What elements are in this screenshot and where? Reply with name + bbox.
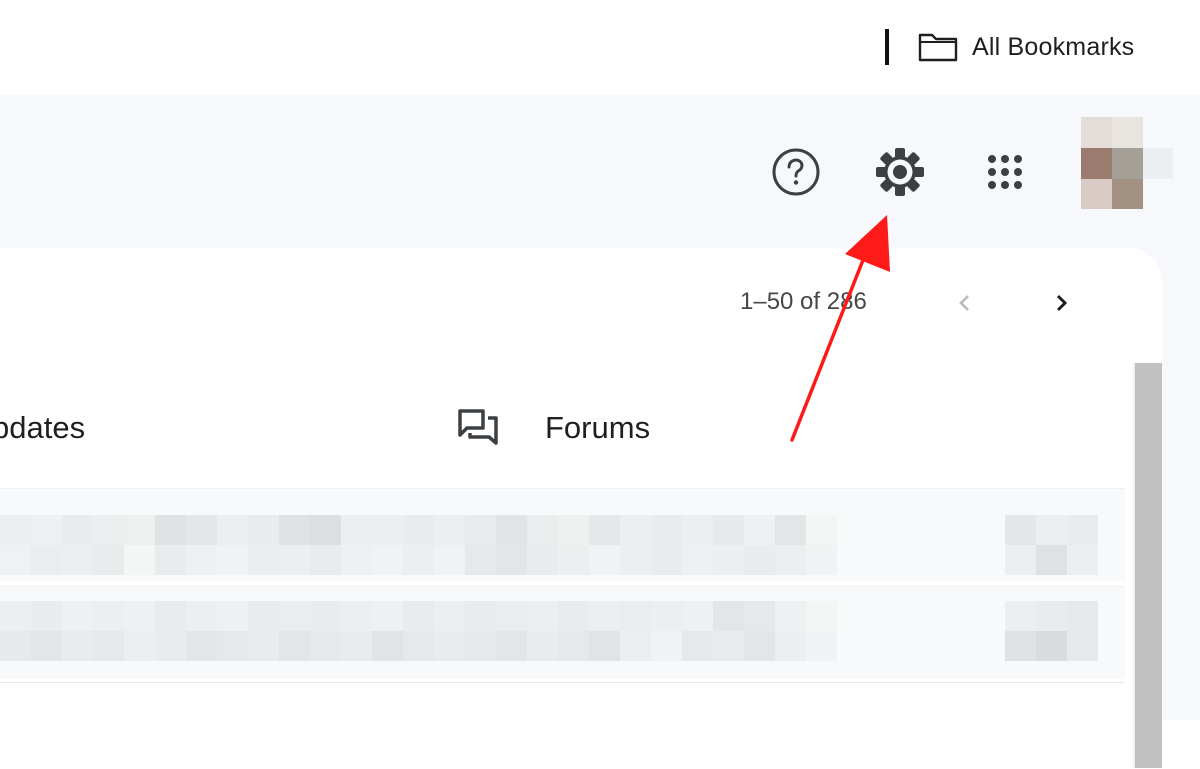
apps-grid-icon <box>988 155 1022 189</box>
gmail-app: 1–50 of 286 pdates Forums <box>0 95 1200 769</box>
chevron-left-icon <box>959 295 969 311</box>
scrollbar-thumb[interactable] <box>1135 363 1162 768</box>
tab-updates[interactable]: pdates <box>0 388 360 468</box>
newer-page-button[interactable] <box>1038 280 1084 326</box>
bookmarks-bar: All Bookmarks <box>0 0 1200 95</box>
help-button[interactable] <box>766 142 826 202</box>
older-page-button[interactable] <box>942 280 988 326</box>
redacted-date <box>1005 545 1098 575</box>
help-icon <box>772 148 820 196</box>
chevron-right-icon <box>1056 294 1068 312</box>
forums-icon <box>458 409 498 445</box>
tab-forums[interactable]: Forums <box>455 388 755 468</box>
gear-icon <box>876 148 924 196</box>
google-apps-button[interactable] <box>975 142 1035 202</box>
redacted-text <box>0 631 837 661</box>
email-row[interactable] <box>0 488 1125 581</box>
all-bookmarks-button[interactable]: All Bookmarks <box>918 24 1134 70</box>
tab-updates-label: pdates <box>0 410 86 445</box>
folder-icon <box>918 33 958 62</box>
redacted-text <box>0 601 837 631</box>
settings-button[interactable] <box>870 142 930 202</box>
all-bookmarks-label: All Bookmarks <box>972 32 1135 61</box>
email-row[interactable] <box>0 586 1125 679</box>
account-avatar[interactable] <box>1081 117 1173 209</box>
pagination-range: 1–50 of 286 <box>740 288 867 315</box>
mail-list-card: 1–50 of 286 pdates Forums <box>0 248 1162 769</box>
email-row[interactable] <box>0 682 1125 769</box>
redacted-date <box>1005 515 1098 545</box>
redacted-date <box>1005 601 1098 631</box>
tab-forums-label: Forums <box>545 410 651 445</box>
redacted-date <box>1005 631 1098 661</box>
redacted-text <box>0 515 837 545</box>
redacted-text <box>0 545 837 575</box>
bookmarks-divider <box>885 29 889 65</box>
